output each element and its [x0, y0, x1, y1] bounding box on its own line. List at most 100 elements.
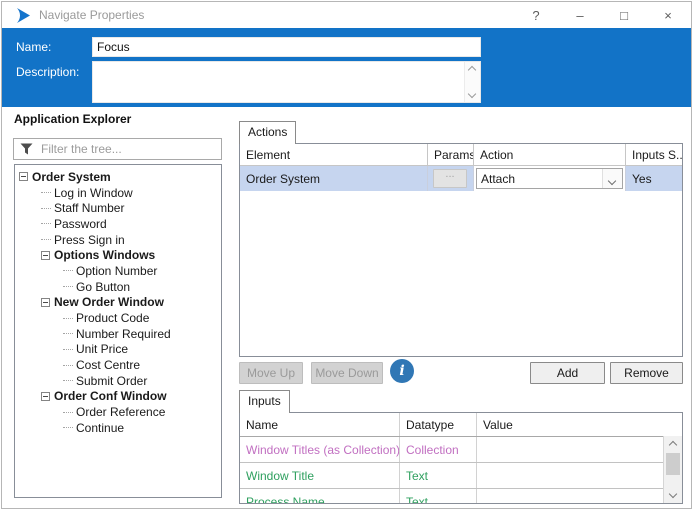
- tree-item[interactable]: Submit Order: [15, 373, 221, 389]
- name-label: Name:: [16, 40, 52, 54]
- tree-item[interactable]: Order Conf Window: [15, 389, 221, 405]
- info-icon[interactable]: i: [390, 359, 414, 383]
- input-value-cell[interactable]: [477, 437, 682, 462]
- description-input[interactable]: [92, 61, 481, 103]
- tree-item-label: Option Number: [76, 263, 158, 278]
- scroll-down-icon[interactable]: [664, 488, 682, 503]
- tree-item[interactable]: Staff Number: [15, 200, 221, 216]
- add-button[interactable]: Add: [530, 362, 605, 384]
- tree-connector: [41, 239, 51, 241]
- column-header-name: Name: [240, 413, 400, 436]
- tree-connector: [41, 223, 51, 225]
- tree-connector: [63, 317, 73, 319]
- collapse-expander-icon[interactable]: [41, 250, 50, 260]
- tree-item-label: Order System: [32, 169, 111, 184]
- navigate-properties-dialog: Navigate Properties ? – □ × Name: Descri…: [1, 1, 692, 509]
- title-bar: Navigate Properties ? – □ ×: [2, 2, 691, 28]
- action-dropdown[interactable]: Attach: [476, 168, 623, 189]
- maximize-button[interactable]: □: [609, 8, 639, 23]
- move-down-button[interactable]: Move Down: [311, 362, 383, 384]
- properties-header: Name: Description:: [2, 28, 691, 107]
- input-value-cell[interactable]: [477, 489, 682, 503]
- help-button[interactable]: ?: [521, 8, 551, 23]
- action-dropdown-value: Attach: [481, 171, 516, 186]
- tree-item[interactable]: Order System: [15, 169, 221, 185]
- tree-item[interactable]: Log in Window: [15, 185, 221, 201]
- tree-item-label: New Order Window: [54, 295, 164, 310]
- name-input[interactable]: [92, 37, 481, 57]
- tree-item-label: Order Reference: [76, 405, 166, 420]
- minimize-button[interactable]: –: [565, 8, 595, 23]
- application-explorer-title: Application Explorer: [14, 112, 132, 126]
- tree-connector: [41, 192, 51, 194]
- input-name-cell: Window Titles (as Collection): [240, 437, 400, 462]
- tree-item[interactable]: New Order Window: [15, 295, 221, 311]
- tree-item[interactable]: Product Code: [15, 310, 221, 326]
- move-up-button[interactable]: Move Up: [239, 362, 303, 384]
- collapse-expander-icon[interactable]: [19, 172, 28, 182]
- tree-item[interactable]: Option Number: [15, 263, 221, 279]
- tree-item-label: Unit Price: [76, 342, 129, 357]
- chevron-down-icon[interactable]: [467, 89, 477, 99]
- chevron-up-icon[interactable]: [467, 65, 477, 75]
- input-datatype-cell: Text: [400, 463, 477, 488]
- tree-filter-box[interactable]: [13, 138, 222, 160]
- actions-row-selected[interactable]: Order System ... Attach Yes: [240, 166, 682, 191]
- input-value-cell[interactable]: [477, 463, 682, 488]
- tree-item[interactable]: Press Sign in: [15, 232, 221, 248]
- column-header-element: Element: [240, 144, 428, 165]
- dropdown-arrow[interactable]: [602, 169, 622, 188]
- remove-button[interactable]: Remove: [610, 362, 683, 384]
- input-name-cell: Window Title: [240, 463, 400, 488]
- tree-item-label: Log in Window: [54, 185, 133, 200]
- chevron-down-icon: [607, 176, 617, 186]
- action-element-cell[interactable]: Order System: [240, 166, 428, 191]
- tree-item-label: Order Conf Window: [54, 389, 167, 404]
- collapse-expander-icon[interactable]: [41, 297, 50, 307]
- tree-item-label: Submit Order: [76, 373, 148, 388]
- tree-item[interactable]: Go Button: [15, 279, 221, 295]
- tree-item-label: Cost Centre: [76, 358, 141, 373]
- tree-item[interactable]: Order Reference: [15, 404, 221, 420]
- tree-filter-input[interactable]: [39, 141, 217, 157]
- tree-item-label: Go Button: [76, 279, 131, 294]
- tree-item-label: Options Windows: [54, 248, 156, 263]
- inputs-row[interactable]: Window Title Text: [240, 463, 682, 489]
- action-params-cell: ...: [428, 166, 474, 191]
- tab-inputs[interactable]: Inputs: [239, 390, 290, 413]
- inputs-row[interactable]: Process Name Text: [240, 489, 682, 503]
- inputs-scrollbar[interactable]: [663, 436, 682, 503]
- tree-item[interactable]: Options Windows: [15, 247, 221, 263]
- column-header-params: Params: [428, 144, 474, 165]
- column-header-datatype: Datatype: [400, 413, 477, 436]
- window-controls: ? – □ ×: [507, 2, 683, 28]
- scroll-up-icon[interactable]: [664, 436, 682, 451]
- tree-item[interactable]: Cost Centre: [15, 357, 221, 373]
- tree-connector: [63, 364, 73, 366]
- column-header-action: Action: [474, 144, 626, 165]
- tree-item-label: Press Sign in: [54, 232, 125, 247]
- close-button[interactable]: ×: [653, 8, 683, 23]
- tree-item[interactable]: Continue: [15, 420, 221, 436]
- tree-connector: [63, 427, 73, 429]
- tab-actions[interactable]: Actions: [239, 121, 297, 144]
- tree-item[interactable]: Number Required: [15, 326, 221, 342]
- description-label: Description:: [16, 65, 80, 79]
- tree-connector: [63, 286, 73, 288]
- application-tree: Order System Log in Window Staff Number Pas…: [14, 164, 222, 498]
- tree-item-label: Password: [54, 216, 107, 231]
- scrollbar-thumb[interactable]: [666, 453, 680, 475]
- collapse-expander-icon[interactable]: [41, 391, 50, 401]
- column-header-inputs-set: Inputs S..: [632, 147, 682, 162]
- tree-connector: [63, 380, 73, 382]
- inputs-row[interactable]: Window Titles (as Collection) Collection: [240, 437, 682, 463]
- input-datatype-cell: Text: [400, 489, 477, 503]
- tree-item[interactable]: Password: [15, 216, 221, 232]
- action-action-cell: Attach: [474, 166, 626, 191]
- tree-item-label: Continue: [76, 420, 125, 435]
- inputs-table-header: Name Datatype Value: [240, 413, 682, 437]
- description-scrollbar[interactable]: [464, 62, 480, 102]
- tree-item[interactable]: Unit Price: [15, 342, 221, 358]
- tree-item-label: Staff Number: [54, 201, 125, 216]
- params-button[interactable]: ...: [433, 169, 467, 188]
